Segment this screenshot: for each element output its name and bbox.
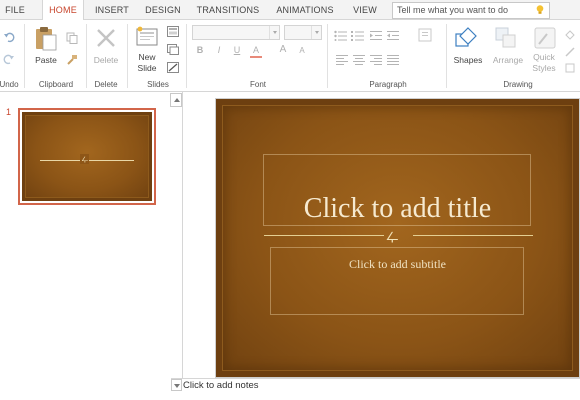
group-label-clipboard: Clipboard <box>38 80 74 89</box>
layout-icon[interactable] <box>167 26 179 37</box>
shapes-button[interactable]: Shapes <box>450 55 486 65</box>
new-slide-icon[interactable] <box>136 26 158 48</box>
format-painter-icon[interactable] <box>66 54 78 66</box>
tab-insert[interactable]: INSERT <box>92 0 132 20</box>
arrange-icon[interactable] <box>494 26 518 50</box>
ribbon-home: Undo Paste Clipboard Delete Delete New S… <box>0 20 580 92</box>
slide-divider-right <box>413 235 533 236</box>
indent-icon[interactable] <box>387 30 399 41</box>
tab-animations[interactable]: ANIMATIONS <box>273 0 337 20</box>
italic-button[interactable]: I <box>213 44 225 56</box>
arrange-button[interactable]: Arrange <box>490 55 526 65</box>
group-label-drawing: Drawing <box>503 80 533 89</box>
chevron-down-icon <box>311 26 321 39</box>
font-size-combo[interactable] <box>284 25 322 40</box>
quick-styles-label-line1[interactable]: Quick <box>527 52 561 62</box>
group-label-paragraph: Paragraph <box>369 80 407 89</box>
ribbon-separator <box>446 24 447 88</box>
shrink-font-button[interactable]: A <box>296 45 308 57</box>
delete-icon[interactable] <box>95 27 117 49</box>
grow-font-button[interactable]: A <box>277 44 289 56</box>
shapes-icon[interactable] <box>454 26 480 50</box>
ribbon-separator <box>327 24 328 88</box>
bullets-icon[interactable] <box>334 30 347 41</box>
group-label-font: Font <box>249 80 266 89</box>
tell-me-search-input[interactable]: Tell me what you want to do <box>392 2 550 19</box>
subtitle-placeholder-text[interactable]: Click to add subtitle <box>216 257 579 272</box>
scroll-up-button[interactable] <box>170 93 182 107</box>
text-direction-icon[interactable] <box>418 28 432 42</box>
shape-outline-icon[interactable] <box>564 46 576 58</box>
slide-thumbnail[interactable]: ഺ <box>18 108 156 205</box>
ribbon-separator <box>127 24 128 88</box>
tab-design[interactable]: DESIGN <box>143 0 183 20</box>
slide-divider-left <box>264 235 384 236</box>
underline-button[interactable]: U <box>231 44 243 56</box>
copy-icon[interactable] <box>66 32 78 44</box>
slide-background: Click to add title ഺ Click to add subtit… <box>216 99 579 377</box>
section-icon[interactable] <box>167 62 179 73</box>
slide-editor: Click to add title ഺ Click to add subtit… <box>184 92 580 378</box>
paste-icon[interactable] <box>34 25 58 51</box>
new-slide-label-line1[interactable]: New <box>131 52 163 62</box>
ribbon-separator <box>86 24 87 88</box>
indent-icon[interactable] <box>370 30 382 41</box>
thumbnail-background: ഺ <box>22 112 152 201</box>
ribbon-separator <box>186 24 187 88</box>
align-icon[interactable] <box>336 55 348 65</box>
shape-fill-icon[interactable] <box>564 28 576 40</box>
group-label-slides: Slides <box>147 80 169 89</box>
title-placeholder-text[interactable]: Click to add title <box>216 193 579 225</box>
lightbulb-icon <box>536 5 544 15</box>
quick-styles-label-line2[interactable]: Styles <box>527 63 561 73</box>
redo-icon[interactable] <box>3 53 15 65</box>
notes-collapse-button[interactable] <box>171 379 182 391</box>
align-icon[interactable] <box>370 55 382 65</box>
chevron-down-icon <box>269 26 279 39</box>
align-icon[interactable] <box>353 55 365 65</box>
font-color-button[interactable]: A <box>250 44 262 58</box>
shape-effects-icon[interactable] <box>564 62 576 74</box>
group-label-undo: Undo <box>0 80 19 89</box>
slide-thumbnail-pane: 1 ഺ <box>0 92 183 400</box>
ribbon-separator <box>24 24 25 88</box>
font-name-combo[interactable] <box>192 25 280 40</box>
tab-transitions[interactable]: TRANSITIONS <box>196 0 260 20</box>
reset-icon[interactable] <box>167 44 179 55</box>
slide-number: 1 <box>6 107 12 117</box>
quick-styles-icon[interactable] <box>533 26 557 50</box>
group-label-delete: Delete <box>94 80 118 89</box>
tell-me-placeholder: Tell me what you want to do <box>397 5 509 15</box>
bold-button[interactable]: B <box>194 44 206 56</box>
ribbon-tab-bar: FILE HOME INSERT DESIGN TRANSITIONS ANIM… <box>0 0 580 21</box>
tab-view[interactable]: VIEW <box>348 0 382 20</box>
align-icon[interactable] <box>387 55 399 65</box>
new-slide-label-line2[interactable]: Slide <box>131 63 163 73</box>
tab-file[interactable]: FILE <box>0 0 30 20</box>
slide-canvas: Click to add title ഺ Click to add subtit… <box>216 99 579 377</box>
delete-button[interactable]: Delete <box>89 55 123 65</box>
ornament-icon: ഺ <box>385 226 398 244</box>
numbering-icon[interactable] <box>351 30 364 41</box>
undo-icon[interactable] <box>3 31 15 43</box>
tab-home[interactable]: HOME <box>42 0 84 21</box>
thumbnail-ornament: ഺ <box>80 154 89 164</box>
notes-pane[interactable]: Click to add notes <box>171 378 580 400</box>
notes-placeholder[interactable]: Click to add notes <box>183 380 259 391</box>
paste-button[interactable]: Paste <box>31 55 61 65</box>
